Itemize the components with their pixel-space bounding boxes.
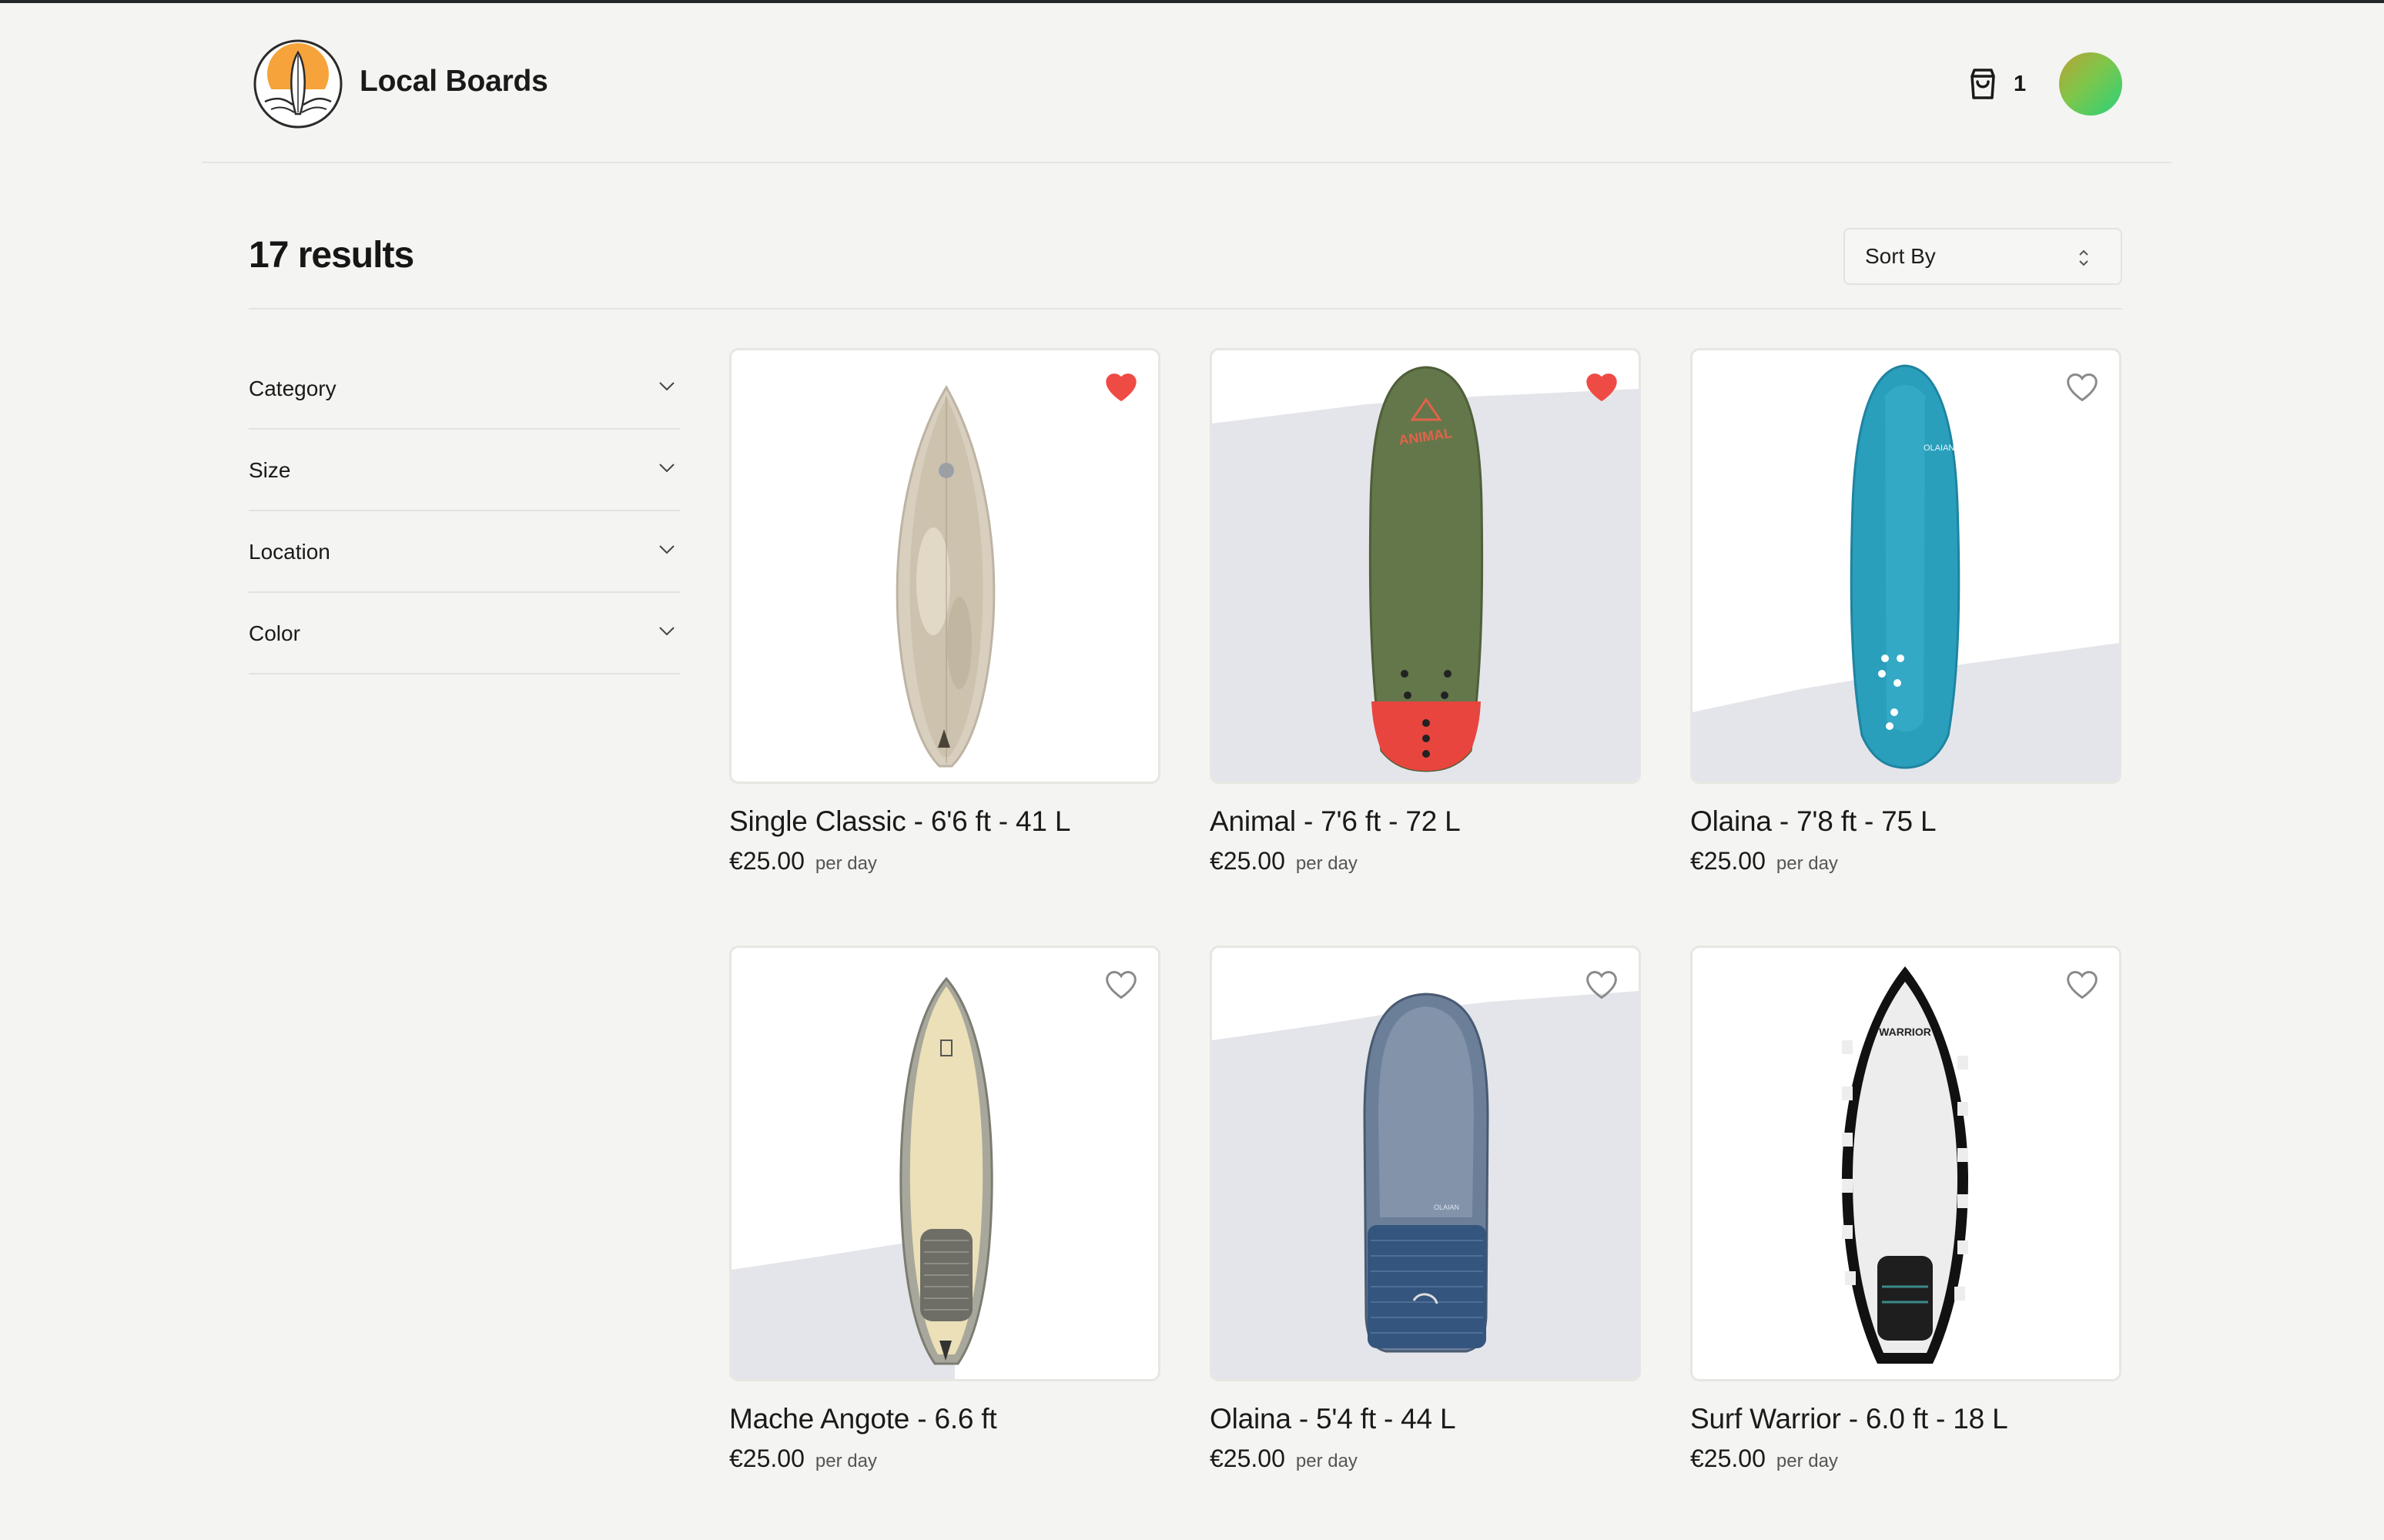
price-row: €25.00 per day — [729, 1445, 1160, 1473]
svg-text:OLAIAN: OLAIAN — [1434, 1204, 1459, 1211]
product-image[interactable]: WARRIOR — [1690, 946, 2121, 1381]
filter-category[interactable]: Category — [249, 348, 680, 430]
chevron-down-icon — [659, 464, 675, 473]
product-title[interactable]: Olaina - 5'4 ft - 44 L — [1210, 1403, 1641, 1435]
product-price: €25.00 — [729, 847, 805, 875]
price-unit: per day — [1295, 1451, 1358, 1471]
svg-text:WARRIOR: WARRIOR — [1879, 1026, 1931, 1038]
filter-sidebar: Category Size Location Color — [249, 348, 680, 675]
chevron-down-icon — [659, 382, 675, 391]
surfboard-image — [896, 385, 996, 768]
cart-count: 1 — [2014, 71, 2027, 96]
results-count: 17 results — [249, 235, 414, 276]
divider — [249, 308, 2122, 310]
product-title[interactable]: Animal - 7'6 ft - 72 L — [1210, 805, 1641, 838]
chevron-down-icon — [659, 545, 675, 554]
heart-icon[interactable] — [1104, 370, 1138, 404]
sort-select[interactable]: Sort By — [1843, 228, 2122, 285]
product-card[interactable]: ANIMAL Animal - 7'6 ft - 72 L €25.00 per… — [1210, 348, 1641, 875]
chevron-up-down-icon — [2079, 249, 2088, 266]
product-title[interactable]: Surf Warrior - 6.0 ft - 18 L — [1690, 1403, 2121, 1435]
filter-label: Location — [249, 540, 330, 564]
sort-label: Sort By — [1865, 244, 1936, 268]
heart-outline-icon[interactable] — [2065, 968, 2099, 1002]
price-row: €25.00 per day — [1690, 847, 2121, 875]
price-row: €25.00 per day — [1210, 847, 1641, 875]
filter-size[interactable]: Size — [249, 430, 680, 511]
price-row: €25.00 per day — [729, 847, 1160, 875]
price-unit: per day — [815, 853, 877, 874]
price-row: €25.00 per day — [1690, 1445, 2121, 1473]
product-image[interactable] — [729, 946, 1160, 1381]
product-card[interactable]: OLAIAN Olaina - 7'8 ft - 75 L €25.00 per… — [1690, 348, 2121, 875]
product-title[interactable]: Single Classic - 6'6 ft - 41 L — [729, 805, 1160, 838]
price-unit: per day — [1295, 853, 1358, 874]
cart-button[interactable]: 1 — [1967, 66, 2026, 102]
product-card[interactable]: Single Classic - 6'6 ft - 41 L €25.00 pe… — [729, 348, 1160, 875]
product-image[interactable]: OLAIAN — [1690, 348, 2121, 784]
price-unit: per day — [1776, 1451, 1838, 1471]
product-image[interactable]: ANIMAL — [1210, 348, 1641, 784]
product-image[interactable]: OLAIAN — [1210, 946, 1641, 1381]
product-price: €25.00 — [729, 1445, 805, 1472]
surfboard-image: WARRIOR — [1842, 966, 1968, 1364]
filter-label: Category — [249, 377, 337, 400]
product-title[interactable]: Mache Angote - 6.6 ft — [729, 1403, 1160, 1435]
logo-icon[interactable] — [253, 38, 343, 129]
price-row: €25.00 per day — [1210, 1445, 1641, 1473]
product-title[interactable]: Olaina - 7'8 ft - 75 L — [1690, 805, 2121, 838]
surfboard-image: OLAIAN — [1212, 991, 1639, 1379]
filter-label: Color — [249, 621, 300, 645]
product-price: €25.00 — [1210, 847, 1285, 875]
price-unit: per day — [1776, 853, 1838, 874]
filter-color[interactable]: Color — [249, 593, 680, 675]
product-price: €25.00 — [1690, 847, 1766, 875]
surfboard-image: OLAIAN — [1693, 364, 2119, 782]
product-price: €25.00 — [1210, 1445, 1285, 1472]
price-unit: per day — [815, 1451, 877, 1471]
product-card[interactable]: OLAIAN Olaina - 5'4 ft - 44 L €25.00 per… — [1210, 946, 1641, 1473]
product-price: €25.00 — [1690, 1445, 1766, 1472]
product-image[interactable] — [729, 348, 1160, 784]
chevron-down-icon — [659, 627, 675, 636]
product-card[interactable]: WARRIOR Surf Warrior - 6.0 ft - 18 L €25… — [1690, 946, 2121, 1473]
filter-location[interactable]: Location — [249, 511, 680, 593]
filter-label: Size — [249, 458, 291, 482]
avatar[interactable] — [2059, 52, 2122, 116]
svg-text:OLAIAN: OLAIAN — [1924, 444, 1954, 453]
heart-outline-icon[interactable] — [1104, 968, 1138, 1002]
heart-outline-icon[interactable] — [2065, 370, 2099, 404]
brand-name[interactable]: Local Boards — [360, 65, 548, 99]
heart-outline-icon[interactable] — [1585, 968, 1619, 1002]
heart-icon[interactable] — [1585, 370, 1619, 404]
product-card[interactable]: Mache Angote - 6.6 ft €25.00 per day — [729, 946, 1160, 1473]
surfboard-image — [732, 976, 993, 1379]
site-header: Local Boards 1 — [202, 3, 2171, 163]
shopping-bag-icon — [1970, 69, 1995, 99]
surfboard-image: ANIMAL — [1212, 366, 1639, 782]
